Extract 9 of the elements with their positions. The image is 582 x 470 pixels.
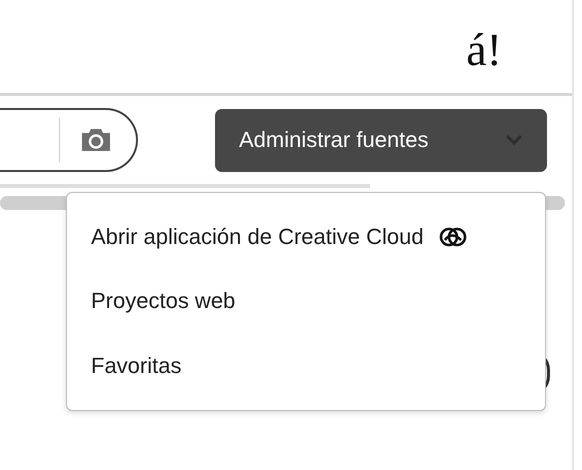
menu-item[interactable]: Abrir aplicación de Creative Cloud <box>67 205 545 270</box>
menu-item[interactable]: Proyectos web <box>67 269 545 334</box>
search-field[interactable] <box>0 108 138 172</box>
camera-icon[interactable] <box>80 127 112 153</box>
manage-fonts-button[interactable]: Administrar fuentes <box>215 108 547 172</box>
logo[interactable]: á! <box>466 27 502 73</box>
creative-cloud-icon <box>438 225 468 250</box>
menu-item[interactable]: Favoritas <box>67 334 545 398</box>
chevron-icon <box>505 134 523 146</box>
